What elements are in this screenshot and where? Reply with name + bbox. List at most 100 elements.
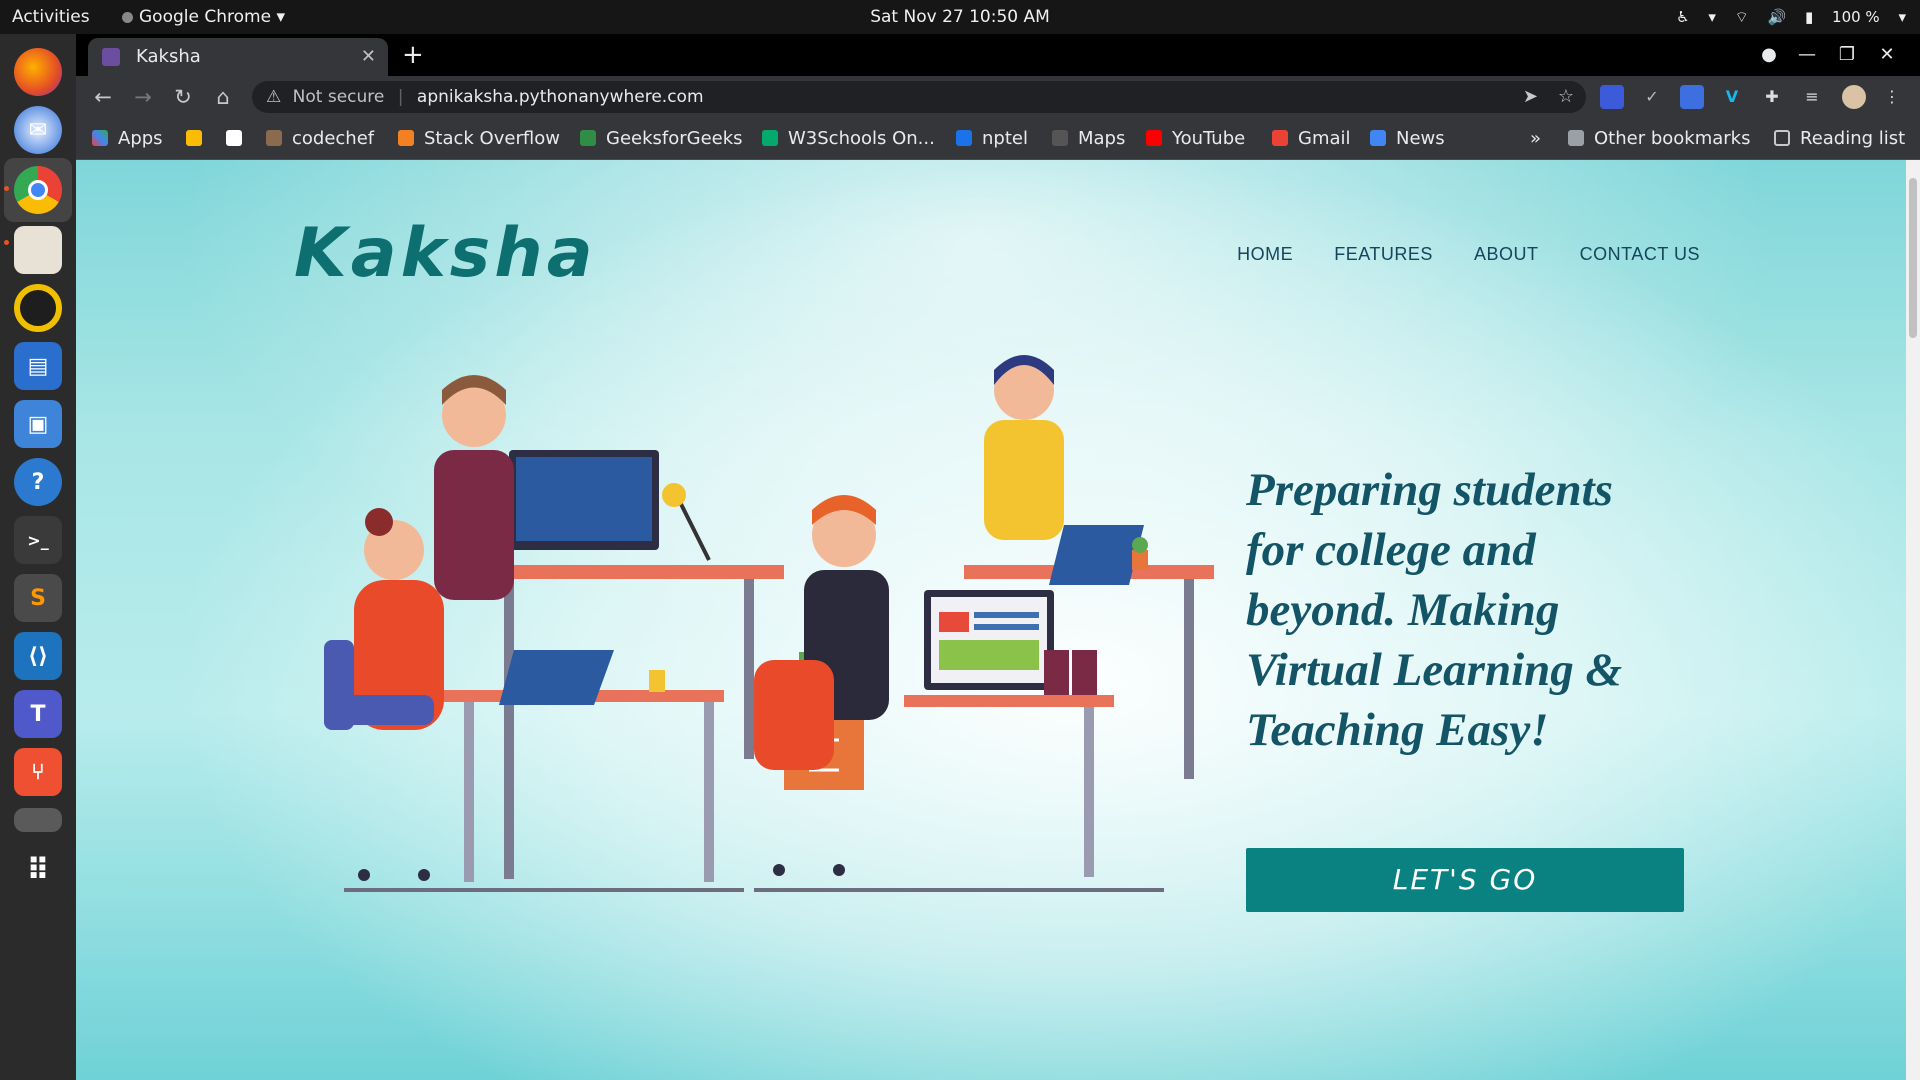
bookmark-stackoverflow[interactable]: Stack Overflow	[398, 118, 560, 160]
check-extension-icon[interactable]: ✓	[1640, 85, 1664, 109]
thunderbird-icon[interactable]: ✉	[14, 106, 62, 154]
tab-search-icon[interactable]: ●	[1754, 34, 1784, 76]
forward-icon[interactable]: →	[128, 76, 158, 118]
activities-button[interactable]: Activities	[12, 0, 90, 34]
gmail-icon	[1272, 130, 1288, 146]
bookmark-nptel[interactable]: nptel	[956, 118, 1028, 160]
running-indicator	[4, 186, 9, 191]
bookmark-youtube[interactable]: YouTube	[1146, 118, 1245, 160]
chrome-small-icon	[122, 12, 133, 23]
tab-title: Kaksha	[136, 46, 201, 67]
nav-about[interactable]: ABOUT	[1474, 244, 1539, 264]
reading-list[interactable]: Reading list	[1774, 118, 1905, 160]
nav-home[interactable]: HOME	[1237, 244, 1293, 264]
send-icon[interactable]: ➤	[1523, 81, 1538, 113]
new-tab-button[interactable]: +	[402, 34, 424, 76]
security-label[interactable]: Not secure	[293, 87, 385, 107]
running-indicator	[4, 240, 9, 245]
maps-icon	[1052, 130, 1068, 146]
youtube-icon	[1146, 130, 1162, 146]
folder-icon	[1568, 130, 1584, 146]
chrome-icon[interactable]	[14, 166, 62, 214]
bookmark-unknown[interactable]	[226, 118, 252, 160]
files-icon[interactable]	[14, 226, 62, 274]
apps-grid-icon	[92, 130, 108, 146]
vscode-icon[interactable]: ⟨⟩	[14, 632, 62, 680]
page-viewport: Kaksha HOME FEATURES ABOUT CONTACT US Pr…	[76, 160, 1920, 1080]
app-menu[interactable]: Google Chrome ▾	[122, 0, 285, 34]
extension-icon[interactable]	[1680, 85, 1704, 109]
bookmark-codechef[interactable]: codechef	[266, 118, 374, 160]
wifi-icon: ⌔	[1734, 8, 1749, 26]
w3schools-icon	[762, 130, 778, 146]
browser-window: Kaksha ✕ + ● — ❐ ✕ ← → ↻ ⌂ ⚠ Not secure …	[76, 34, 1920, 1080]
bookmark-classroom[interactable]	[186, 118, 212, 160]
lets-go-button[interactable]: LET'S GO	[1246, 848, 1684, 912]
nptel-icon	[956, 130, 972, 146]
close-window-icon[interactable]: ✕	[1872, 34, 1902, 76]
writer-icon[interactable]: ▤	[14, 342, 62, 390]
warning-icon[interactable]: ⚠	[266, 87, 281, 107]
minimize-icon[interactable]: —	[1792, 34, 1822, 76]
app-menu-label: Google Chrome	[139, 7, 272, 27]
back-icon[interactable]: ←	[88, 76, 118, 118]
bookmark-geeksforgeeks[interactable]: GeeksforGeeks	[580, 118, 743, 160]
help-icon[interactable]: ?	[14, 458, 62, 506]
site-nav: HOME FEATURES ABOUT CONTACT US	[1201, 244, 1700, 265]
bookmarks-bar: Apps codechef Stack Overflow GeeksforGee…	[76, 118, 1920, 160]
reload-icon[interactable]: ↻	[168, 76, 198, 118]
bookmark-maps[interactable]: Maps	[1052, 118, 1125, 160]
drive-icon[interactable]	[14, 808, 62, 832]
bookmark-w3schools[interactable]: W3Schools On...	[762, 118, 935, 160]
dock: ✉ ▤ ▣ ? >_ S ⟨⟩ T ⑂ ⠿	[0, 34, 76, 1080]
terminal-icon[interactable]: >_	[14, 516, 62, 564]
teams-icon[interactable]: T	[14, 690, 62, 738]
volume-icon: 🔊	[1767, 8, 1787, 26]
vimeo-extension-icon[interactable]: V	[1720, 85, 1744, 109]
other-bookmarks[interactable]: Other bookmarks	[1568, 118, 1750, 160]
system-tray[interactable]: ♿ ▾ ⌔ 🔊 ▮ 100 % ▾	[1662, 0, 1906, 34]
kebab-menu-icon[interactable]: ⋮	[1880, 85, 1904, 109]
news-icon	[1370, 130, 1386, 146]
profile-avatar[interactable]	[1842, 85, 1866, 109]
hero-illustration	[324, 355, 1214, 892]
url-text[interactable]: apnikaksha.pythonanywhere.com	[417, 87, 704, 107]
omnibox-divider: |	[397, 87, 404, 107]
battery-icon: ▮	[1804, 8, 1814, 26]
firefox-icon[interactable]	[14, 48, 62, 96]
scroll-thumb[interactable]	[1909, 178, 1917, 338]
browser-toolbar: ← → ↻ ⌂ ⚠ Not secure | apnikaksha.python…	[76, 76, 1920, 118]
software-icon[interactable]: ▣	[14, 400, 62, 448]
system-top-bar: Activities Google Chrome ▾ Sat Nov 27 10…	[0, 0, 1920, 34]
nav-contact-us[interactable]: CONTACT US	[1580, 244, 1700, 264]
maximize-icon[interactable]: ❐	[1832, 34, 1862, 76]
more-bookmarks-button[interactable]: »	[1530, 118, 1541, 160]
nav-features[interactable]: FEATURES	[1334, 244, 1433, 264]
clock[interactable]: Sat Nov 27 10:50 AM	[0, 0, 1920, 34]
stackoverflow-icon	[398, 130, 414, 146]
page-scrollbar[interactable]	[1906, 160, 1920, 1080]
close-icon[interactable]: ✕	[361, 38, 376, 76]
home-icon[interactable]: ⌂	[208, 76, 238, 118]
gfg-icon	[580, 130, 596, 146]
site-logo[interactable]: Kaksha	[294, 214, 597, 293]
bookmark-news[interactable]: News	[1370, 118, 1445, 160]
tab-kaksha[interactable]: Kaksha ✕	[88, 38, 388, 76]
chevron-down-icon[interactable]: ▾	[1898, 8, 1906, 26]
bookmark-gmail[interactable]: Gmail	[1272, 118, 1351, 160]
rhythmbox-icon[interactable]	[14, 284, 62, 332]
codechef-icon	[266, 130, 282, 146]
puzzle-icon[interactable]: ✚	[1760, 85, 1784, 109]
address-bar[interactable]: ⚠ Not secure | apnikaksha.pythonanywhere…	[252, 81, 1586, 113]
sublime-icon[interactable]: S	[14, 574, 62, 622]
star-icon[interactable]: ☆	[1558, 81, 1574, 113]
accessibility-icon[interactable]: ♿	[1676, 8, 1689, 26]
git-icon[interactable]: ⑂	[14, 748, 62, 796]
app-grid-icon[interactable]: ⠿	[14, 846, 62, 894]
classroom-icon	[186, 130, 202, 146]
chevron-down-icon[interactable]: ▾	[1708, 8, 1716, 26]
copy-extension-icon[interactable]	[1600, 85, 1624, 109]
bookmark-apps[interactable]: Apps	[92, 118, 163, 160]
hero-heading: Preparing students for college and beyon…	[1246, 464, 1623, 756]
media-icon[interactable]: ≡	[1800, 85, 1824, 109]
